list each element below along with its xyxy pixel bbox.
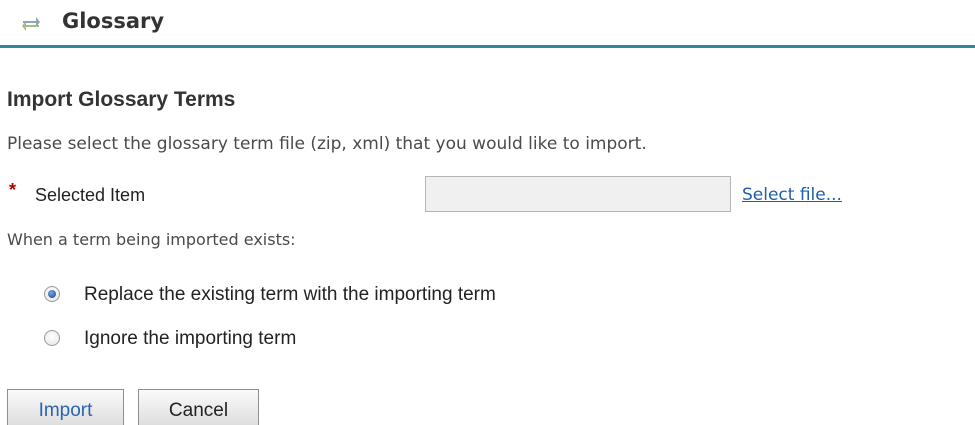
page-header: Glossary: [0, 0, 975, 48]
instructions-text: Please select the glossary term file (zi…: [7, 134, 647, 154]
ignore-radio[interactable]: [44, 330, 60, 346]
selected-item-row: * Selected Item Select file...: [7, 176, 967, 216]
ignore-radio-label[interactable]: Ignore the importing term: [84, 328, 296, 350]
cancel-button[interactable]: Cancel: [138, 389, 259, 425]
section-title: Import Glossary Terms: [7, 88, 236, 111]
sync-arrows-icon: [20, 12, 42, 34]
selected-item-input[interactable]: [425, 176, 731, 212]
selected-item-label: Selected Item: [35, 185, 146, 205]
page: Glossary Import Glossary Terms Please se…: [0, 0, 975, 425]
replace-radio[interactable]: [44, 286, 60, 302]
replace-radio-label[interactable]: Replace the existing term with the impor…: [84, 284, 496, 306]
page-title: Glossary: [62, 9, 165, 33]
select-file-link[interactable]: Select file...: [742, 185, 842, 205]
import-button[interactable]: Import: [7, 389, 124, 425]
option-replace-row[interactable]: Replace the existing term with the impor…: [44, 282, 744, 310]
option-ignore-row[interactable]: Ignore the importing term: [44, 326, 744, 354]
term-exists-label: When a term being imported exists:: [7, 230, 296, 249]
required-mark: *: [9, 180, 17, 200]
